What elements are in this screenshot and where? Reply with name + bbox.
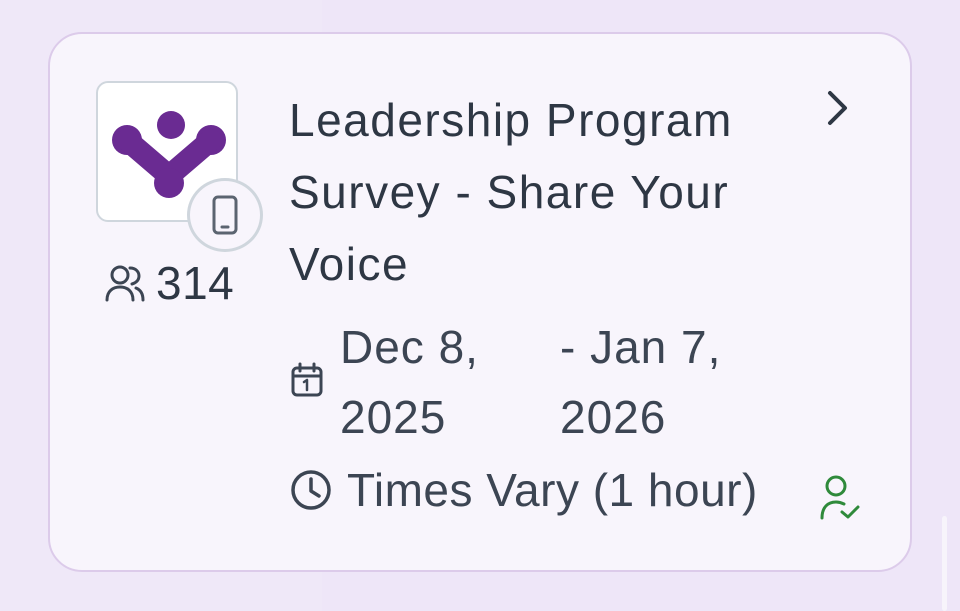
chevron-right-icon[interactable] — [818, 86, 858, 130]
event-time-text: Times Vary (1 hour) — [347, 464, 758, 516]
event-end-date: - Jan 7, 2026 — [560, 312, 780, 452]
event-title[interactable]: Leadership Program Survey - Share Your V… — [289, 84, 759, 300]
scrollbar[interactable] — [942, 516, 947, 611]
start-date-line: Dec 8, — [340, 321, 479, 373]
event-time: Times Vary (1 hour) — [289, 460, 758, 520]
attendee-count: 314 — [104, 257, 234, 309]
device-badge — [187, 178, 263, 252]
users-icon — [105, 265, 145, 302]
attendee-count-value: 314 — [156, 257, 235, 309]
end-date-line: - Jan 7, — [560, 321, 722, 373]
clock-icon — [291, 470, 331, 510]
mobile-phone-icon — [212, 195, 238, 235]
end-year-line: 2026 — [560, 391, 667, 443]
calendar-icon — [291, 362, 323, 397]
start-year-line: 2025 — [340, 391, 447, 443]
user-check-icon — [820, 475, 860, 520]
event-start-date: Dec 8, 2025 — [340, 312, 540, 452]
